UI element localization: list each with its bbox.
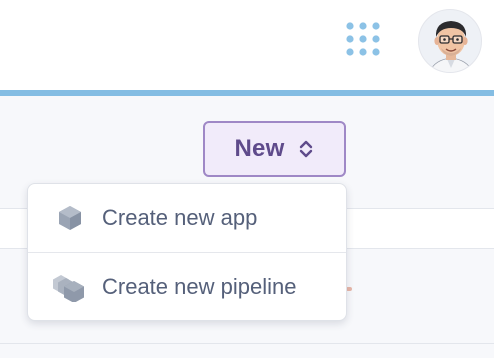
menu-item-create-app[interactable]: Create new app — [28, 184, 346, 252]
menu-item-create-pipeline[interactable]: Create new pipeline — [28, 253, 346, 321]
new-button[interactable]: New — [203, 121, 346, 177]
top-header — [0, 0, 494, 90]
hexagon-icon — [59, 206, 81, 230]
new-button-label: New — [234, 135, 285, 162]
avatar-icon — [429, 21, 473, 72]
apps-grid-icon[interactable] — [344, 20, 384, 60]
stacked-hexagons-icon — [53, 275, 84, 302]
user-avatar[interactable] — [418, 9, 482, 73]
row-divider — [0, 343, 494, 344]
chevron-up-down-icon — [300, 140, 313, 158]
menu-item-label: Create new app — [102, 205, 258, 230]
new-dropdown-menu: Create new app Create new pipeline — [27, 183, 347, 321]
menu-item-label: Create new pipeline — [102, 274, 297, 299]
